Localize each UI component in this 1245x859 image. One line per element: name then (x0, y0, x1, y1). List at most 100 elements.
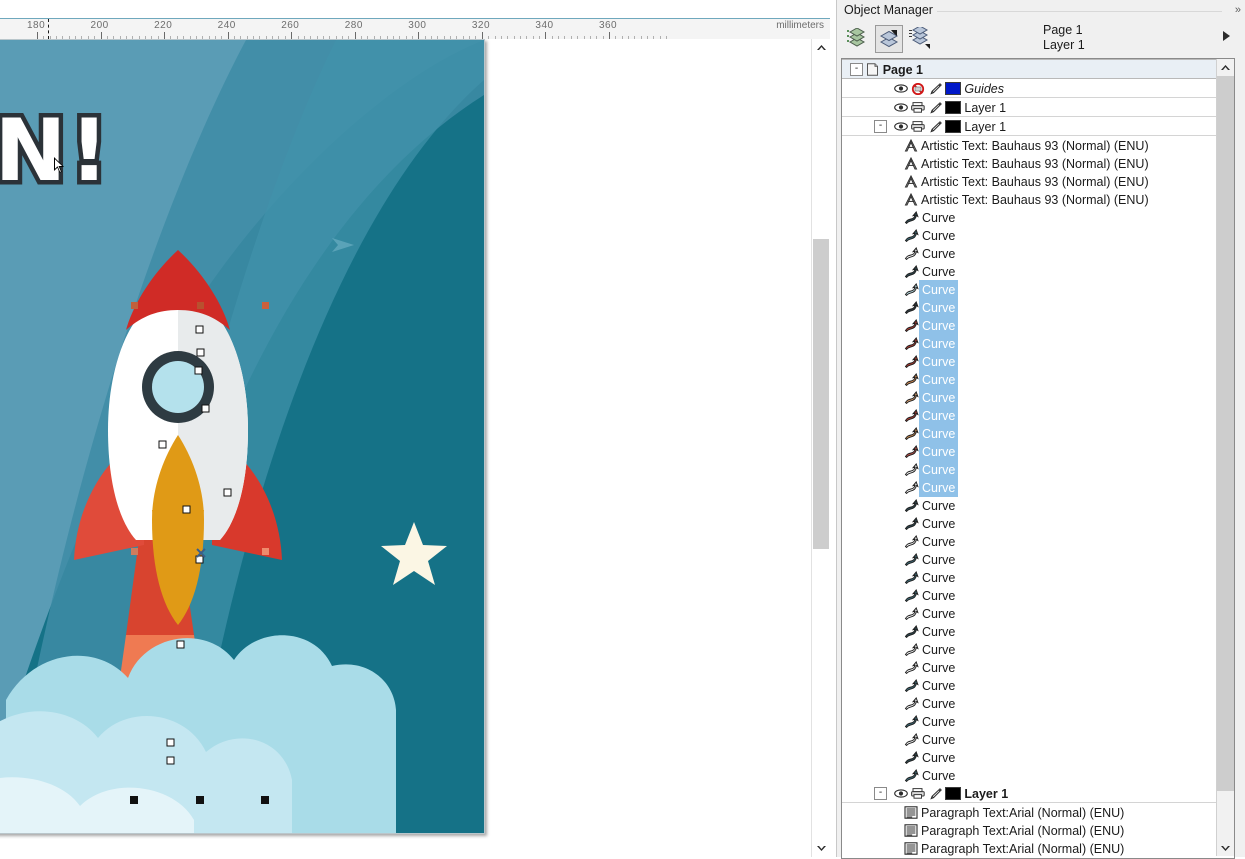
docker-flyout-arrow[interactable] (1223, 31, 1230, 41)
tree-object-row[interactable]: Curve (842, 694, 1216, 712)
object-name: Curve (922, 588, 956, 603)
tree-object-row[interactable]: Paragraph Text:Arial (Normal) (ENU) (842, 821, 1216, 839)
tree-object-row[interactable]: Curve (842, 604, 1216, 622)
printer-icon[interactable] (911, 788, 926, 800)
tree-layer-row[interactable]: - Layer 1 (842, 117, 1216, 136)
scroll-up-arrow[interactable] (812, 39, 830, 57)
curve-icon (904, 733, 919, 747)
tree-object-row[interactable]: Curve (842, 370, 1216, 389)
tree-object-row[interactable]: Curve (842, 748, 1216, 766)
tree-object-row[interactable]: Curve (842, 640, 1216, 658)
object-tree[interactable]: - Page 1 Guides Layer 1- Layer 1 Artistic… (842, 59, 1216, 856)
tree-object-row[interactable]: Curve (842, 730, 1216, 748)
tree-scroll-thumb[interactable] (1217, 76, 1234, 791)
tree-object-row[interactable]: Curve (842, 586, 1216, 604)
tree-object-row[interactable]: Paragraph Text:Arial (Normal) (ENU) (842, 839, 1216, 856)
tree-object-row[interactable]: Curve (842, 550, 1216, 568)
object-name: Curve (922, 624, 956, 639)
tree-object-row[interactable]: Curve (842, 460, 1216, 479)
pencil-icon[interactable] (929, 82, 942, 95)
layer-color-swatch[interactable] (945, 82, 962, 96)
tree-scroll-up-arrow[interactable] (1217, 59, 1234, 76)
object-row-highlight: Artistic Text: Bauhaus 93 (Normal) (ENU) (918, 172, 1152, 191)
curve-icon (904, 427, 919, 441)
scroll-down-arrow[interactable] (812, 839, 830, 857)
tree-object-row[interactable]: Curve (842, 424, 1216, 443)
object-name: Curve (922, 642, 956, 657)
drawing-canvas[interactable]: IE MOON! family! ours e. (0, 39, 812, 839)
tree-layer-row[interactable]: Layer 1 (842, 98, 1216, 117)
object-row-highlight: Artistic Text: Bauhaus 93 (Normal) (ENU) (918, 136, 1152, 155)
tree-layer-row[interactable]: - Layer 1 (842, 784, 1216, 803)
context-page-label: Page 1 (1043, 23, 1083, 37)
object-row-highlight: Curve (919, 370, 959, 389)
tree-object-row[interactable]: Artistic Text: Bauhaus 93 (Normal) (ENU) (842, 136, 1216, 154)
pencil-icon[interactable] (929, 101, 942, 114)
page-expander[interactable]: - (850, 63, 863, 77)
tree-page-row[interactable]: - Page 1 (842, 59, 1216, 79)
layer-color-swatch[interactable] (945, 120, 962, 134)
object-row-highlight: Paragraph Text:Arial (Normal) (ENU) (918, 821, 1127, 840)
object-row-highlight: Curve (919, 424, 959, 443)
tree-object-row[interactable]: Curve (842, 496, 1216, 514)
layer-color-swatch[interactable] (945, 101, 962, 115)
tree-scroll-down-arrow[interactable] (1217, 839, 1234, 856)
tree-object-row[interactable]: Curve (842, 388, 1216, 407)
tree-object-row[interactable]: Curve (842, 712, 1216, 730)
layer-color-swatch[interactable] (945, 787, 962, 801)
curve-icon (904, 751, 919, 765)
ruler-tick-label: 180 (27, 20, 46, 31)
edit-across-layers-button[interactable] (875, 25, 903, 53)
tree-object-row[interactable]: Curve (842, 514, 1216, 532)
printer-icon[interactable] (911, 102, 926, 114)
tree-object-row[interactable]: Curve (842, 406, 1216, 425)
tree-object-row[interactable]: Curve (842, 676, 1216, 694)
eye-icon[interactable] (894, 788, 908, 799)
tree-object-row[interactable]: Curve (842, 208, 1216, 226)
object-tree-scrollbar[interactable] (1216, 59, 1234, 856)
tree-object-row[interactable]: Artistic Text: Bauhaus 93 (Normal) (ENU) (842, 190, 1216, 208)
tree-object-row[interactable]: Curve (842, 622, 1216, 640)
object-row-highlight: Curve (919, 730, 958, 749)
layer-manager-view-button[interactable] (906, 25, 932, 51)
object-name: Curve (922, 246, 956, 261)
tree-object-row[interactable]: Curve (842, 262, 1216, 280)
page-artwork[interactable]: IE MOON! family! ours e. (0, 39, 485, 834)
layer-name: Layer 1 (964, 100, 1007, 115)
no-print-icon[interactable] (911, 82, 925, 95)
tree-object-row[interactable]: Curve (842, 532, 1216, 550)
object-name: Curve (922, 714, 956, 729)
eye-icon[interactable] (894, 102, 908, 113)
tree-object-row[interactable]: Artistic Text: Bauhaus 93 (Normal) (ENU) (842, 154, 1216, 172)
eye-icon[interactable] (894, 121, 908, 132)
scroll-thumb[interactable] (813, 239, 829, 549)
tree-object-row[interactable]: Artistic Text: Bauhaus 93 (Normal) (ENU) (842, 172, 1216, 190)
tree-object-row[interactable]: Curve (842, 352, 1216, 371)
canvas-vertical-scrollbar[interactable] (811, 39, 830, 857)
tree-object-row[interactable]: Curve (842, 766, 1216, 784)
tree-object-row[interactable]: Paragraph Text:Arial (Normal) (ENU) (842, 803, 1216, 821)
layer-expander[interactable]: - (874, 120, 887, 133)
tree-object-row[interactable]: Curve (842, 316, 1216, 335)
tree-object-row[interactable]: Curve (842, 244, 1216, 262)
object-row-highlight: Curve (919, 352, 959, 371)
tree-object-row[interactable]: Curve (842, 226, 1216, 244)
tree-object-row[interactable]: Curve (842, 334, 1216, 353)
object-name: Curve (922, 390, 956, 405)
show-object-properties-button[interactable] (844, 25, 870, 51)
tree-object-row[interactable]: Curve (842, 478, 1216, 497)
tree-object-row[interactable]: Curve (842, 280, 1216, 299)
layer-expander[interactable]: - (874, 787, 887, 800)
tree-object-row[interactable]: Curve (842, 298, 1216, 317)
tree-object-row[interactable]: Curve (842, 442, 1216, 461)
collapse-docker-icon[interactable]: » (1235, 4, 1241, 16)
pencil-icon[interactable] (929, 120, 942, 133)
tree-object-row[interactable]: Curve (842, 658, 1216, 676)
printer-icon[interactable] (911, 121, 926, 133)
pencil-icon[interactable] (929, 787, 942, 800)
eye-icon[interactable] (894, 83, 908, 94)
tree-layer-row[interactable]: Guides (842, 79, 1216, 98)
horizontal-ruler[interactable]: millimeters 180 200 220 240 260 280 300 320 340 3… (0, 18, 830, 40)
object-row-highlight: Curve (919, 658, 958, 677)
tree-object-row[interactable]: Curve (842, 568, 1216, 586)
